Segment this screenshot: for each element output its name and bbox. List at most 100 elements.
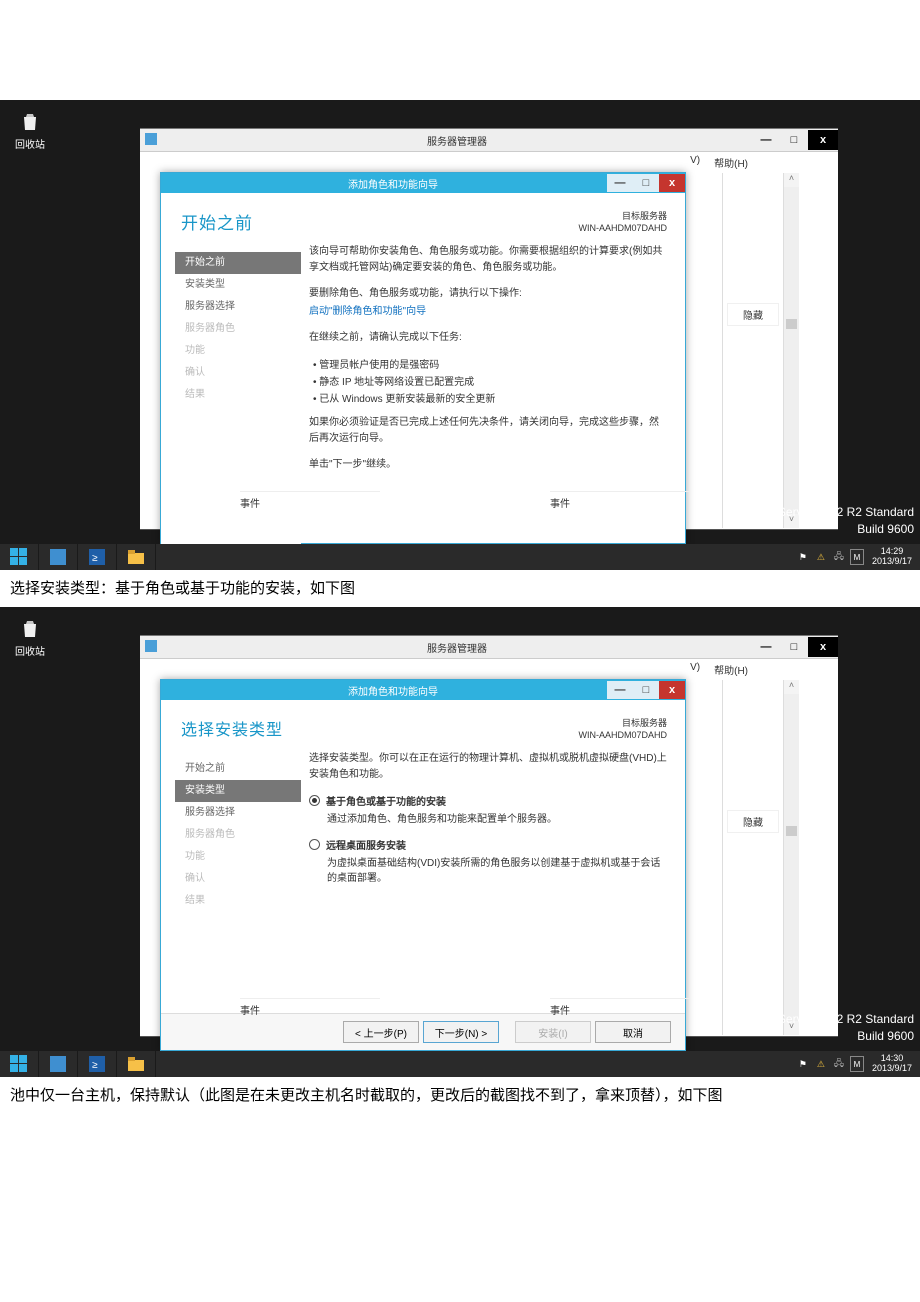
taskbar-explorer[interactable]: [117, 544, 156, 570]
menubar: V) 帮助(H): [140, 659, 838, 680]
right-panel: 隐藏: [722, 173, 783, 528]
close-button[interactable]: x: [808, 637, 838, 657]
start-button[interactable]: [0, 544, 39, 570]
cancel-button[interactable]: 取消: [595, 1021, 671, 1043]
wizard-button-bar: < 上一步(P) 下一步(N) > 安装(I) 取消: [161, 1013, 685, 1050]
taskbar[interactable]: ≥ ⚑ ⚠ 🖧 M 14:30 2013/9/17: [0, 1051, 920, 1077]
tray-ime-icon[interactable]: M: [850, 1056, 864, 1072]
taskbar[interactable]: ≥ ⚑ ⚠ 🖧 M 14:29 2013/9/17: [0, 544, 920, 570]
wizard-content: 目标服务器 WIN-AAHDM07DAHD 选择安装类型。你可以在正在运行的物理…: [301, 700, 685, 1013]
recycle-bin-icon[interactable]: 回收站: [15, 110, 45, 151]
svg-text:≥: ≥: [92, 1060, 98, 1071]
step-confirm: 确认: [175, 868, 301, 890]
recycle-bin-label: 回收站: [15, 140, 45, 151]
tray-action-center-icon[interactable]: ⚠: [814, 550, 828, 564]
wizard-maximize-button[interactable]: □: [633, 174, 659, 192]
desktop-watermark: Windows Server 2012 R2 Standard Build 96…: [726, 1011, 914, 1045]
outer-window-title: 服务器管理器: [162, 640, 752, 655]
right-panel: 隐藏: [722, 680, 783, 1035]
scroll-up-icon[interactable]: ˄: [784, 173, 799, 187]
wizard-sidebar: 开始之前 开始之前 安装类型 服务器选择 服务器角色 功能 确认 结果: [161, 193, 301, 570]
close-button[interactable]: x: [808, 130, 838, 150]
tray-ime-icon[interactable]: M: [850, 549, 864, 565]
wizard-minimize-button[interactable]: —: [607, 681, 633, 699]
server-manager-window: 服务器管理器 — □ x V) 帮助(H) 添加角色和功能向导: [140, 635, 838, 1037]
outer-titlebar[interactable]: 服务器管理器 — □ x: [140, 636, 838, 659]
menu-view[interactable]: V): [690, 155, 700, 170]
continue-text: 单击"下一步"继续。: [309, 457, 667, 473]
step-results: 结果: [175, 384, 301, 406]
minimize-button[interactable]: —: [752, 637, 780, 657]
verify-text: 如果你必须验证是否已完成上述任何先决条件，请关闭向导，完成这些步骤，然后再次运行…: [309, 415, 667, 447]
step-install-type[interactable]: 安装类型: [175, 274, 301, 296]
tray-flag-icon[interactable]: ⚑: [796, 550, 810, 564]
radio-rds-sub: 为虚拟桌面基础结构(VDI)安装所需的角色服务以创建基于虚拟机或基于会话的桌面部…: [327, 854, 667, 884]
taskbar-server-manager[interactable]: [39, 1051, 78, 1077]
radio-role-based[interactable]: 基于角色或基于功能的安装: [309, 793, 667, 808]
tray-clock[interactable]: 14:30 2013/9/17: [868, 1054, 916, 1074]
scroll-thumb[interactable]: [786, 319, 797, 329]
step-server-select[interactable]: 服务器选择: [175, 802, 301, 824]
hide-button[interactable]: 隐藏: [727, 303, 779, 326]
wizard-close-button[interactable]: x: [659, 681, 685, 699]
wizard-minimize-button[interactable]: —: [607, 174, 633, 192]
remove-roles-link[interactable]: 启动"删除角色和功能"向导: [309, 304, 667, 320]
taskbar-powershell[interactable]: ≥: [78, 544, 117, 570]
wizard-close-button[interactable]: x: [659, 174, 685, 192]
watermark-line1: Windows Server 2012 R2 Standard: [726, 1011, 914, 1028]
wizard-titlebar[interactable]: 添加角色和功能向导 — □ x: [161, 173, 685, 193]
step-server-roles: 服务器角色: [175, 824, 301, 846]
start-button[interactable]: [0, 1051, 39, 1077]
scrollbar[interactable]: ˄ ˅: [783, 680, 799, 1035]
taskbar-powershell[interactable]: ≥: [78, 1051, 117, 1077]
taskbar-server-manager[interactable]: [39, 544, 78, 570]
prev-button[interactable]: < 上一步(P): [343, 1021, 419, 1043]
radio-role-based-sub: 通过添加角色、角色服务和功能来配置单个服务器。: [327, 810, 667, 825]
tray-flag-icon[interactable]: ⚑: [796, 1057, 810, 1071]
recycle-bin-icon[interactable]: 回收站: [15, 617, 45, 658]
tray-action-center-icon[interactable]: ⚠: [814, 1057, 828, 1071]
outer-titlebar[interactable]: 服务器管理器 — □ x: [140, 129, 838, 152]
step-before-begin[interactable]: 开始之前: [175, 758, 301, 780]
clock-date: 2013/9/17: [872, 1064, 912, 1074]
prereq-label: 在继续之前，请确认完成以下任务:: [309, 330, 667, 346]
next-button[interactable]: 下一步(N) >: [423, 1021, 499, 1043]
menu-view[interactable]: V): [690, 662, 700, 677]
target-label: 目标服务器: [309, 718, 667, 730]
radio-icon[interactable]: [309, 839, 320, 850]
step-server-select[interactable]: 服务器选择: [175, 296, 301, 318]
radio-rds[interactable]: 远程桌面服务安装: [309, 837, 667, 852]
remove-label: 要删除角色、角色服务或功能，请执行以下操作:: [309, 286, 667, 302]
menu-help[interactable]: 帮助(H): [714, 662, 748, 677]
target-server: WIN-AAHDM07DAHD: [309, 730, 667, 742]
tray-network-icon[interactable]: 🖧: [832, 1057, 846, 1071]
add-roles-wizard: 添加角色和功能向导 — □ x 选择安装类型 开始之前 安装类型: [160, 679, 686, 1051]
watermark-line1: Windows Server 2012 R2 Standard: [726, 504, 914, 521]
maximize-button[interactable]: □: [780, 637, 808, 657]
menu-help[interactable]: 帮助(H): [714, 155, 748, 170]
bullet-1: • 管理员帐户使用的是强密码: [309, 356, 667, 371]
scrollbar[interactable]: ˄ ˅: [783, 173, 799, 528]
target-server: WIN-AAHDM07DAHD: [309, 223, 667, 235]
type-intro-text: 选择安装类型。你可以在正在运行的物理计算机、虚拟机或脱机虚拟硬盘(VHD)上安装…: [309, 751, 667, 783]
hide-button[interactable]: 隐藏: [727, 810, 779, 833]
events-label-1: 事件: [240, 998, 380, 1017]
tray-network-icon[interactable]: 🖧: [832, 550, 846, 564]
wizard-content: 目标服务器 WIN-AAHDM07DAHD 该向导可帮助你安装角色、角色服务或功…: [301, 193, 685, 570]
radio-icon[interactable]: [309, 795, 320, 806]
maximize-button[interactable]: □: [780, 130, 808, 150]
step-results: 结果: [175, 890, 301, 912]
minimize-button[interactable]: —: [752, 130, 780, 150]
scroll-up-icon[interactable]: ˄: [784, 680, 799, 694]
step-server-roles: 服务器角色: [175, 318, 301, 340]
tray-clock[interactable]: 14:29 2013/9/17: [868, 547, 916, 567]
wizard-heading: 开始之前: [181, 209, 301, 234]
svg-text:≥: ≥: [92, 553, 98, 564]
wizard-maximize-button[interactable]: □: [633, 681, 659, 699]
step-install-type[interactable]: 安装类型: [175, 780, 301, 802]
recycle-bin-label: 回收站: [15, 647, 45, 658]
wizard-titlebar[interactable]: 添加角色和功能向导 — □ x: [161, 680, 685, 700]
taskbar-explorer[interactable]: [117, 1051, 156, 1077]
step-before-begin[interactable]: 开始之前: [175, 252, 301, 274]
scroll-thumb[interactable]: [786, 826, 797, 836]
